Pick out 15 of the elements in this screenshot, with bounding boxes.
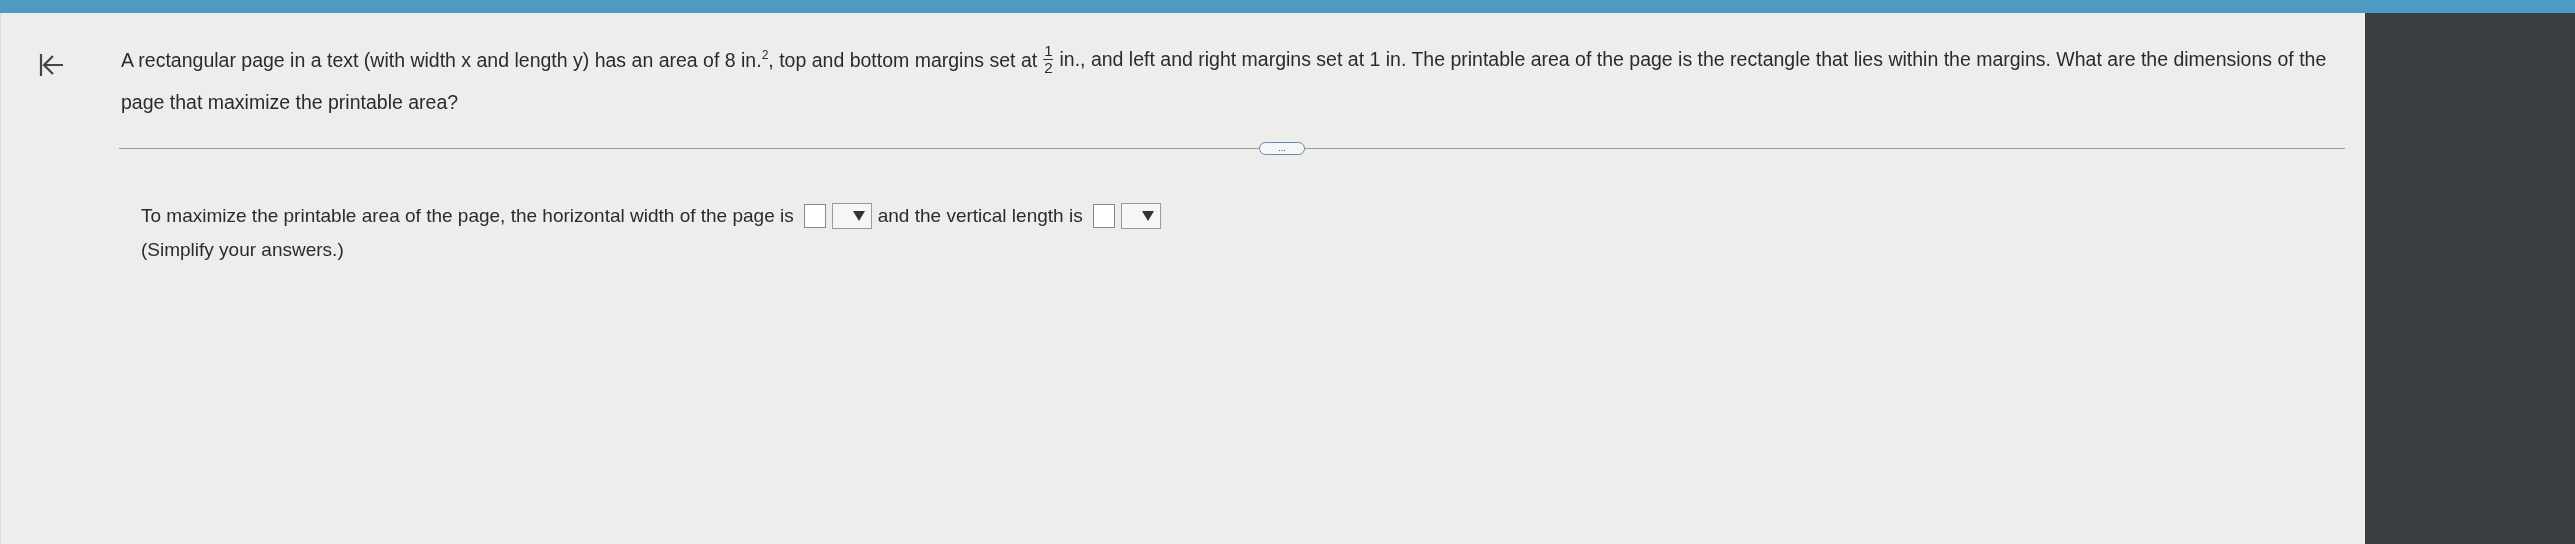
collapse-arrow-icon[interactable] bbox=[39, 53, 65, 77]
more-button[interactable]: ... bbox=[1259, 142, 1305, 155]
question-text: page that maximize the printable area? bbox=[121, 92, 460, 112]
question-text: A rectangular page in a text (with width x and length y) has an area of 8 in.$^{2}$, top and bottom margins set at bbox=[121, 48, 1038, 70]
unit-dropdown[interactable] bbox=[831, 203, 872, 229]
answer-field[interactable] bbox=[803, 204, 826, 228]
unit-dropdown[interactable] bbox=[1120, 203, 1161, 229]
caret-icon bbox=[1141, 210, 1154, 222]
question-text: in., and left and right margins set at 1 in. The printable area of the page is the rectangle that lies within the margins. What are the dimensions of the bbox=[1059, 49, 2327, 69]
caret-icon bbox=[852, 210, 865, 222]
answer-text: and the vertical length is bbox=[877, 205, 1083, 227]
hint-text: (Simplify your answers.) bbox=[141, 239, 345, 261]
answer-text: To maximize the printable area of the page, the horizontal width of the page is bbox=[141, 205, 794, 227]
fraction: 1 2 bbox=[1043, 43, 1054, 76]
answer-field[interactable] bbox=[1092, 204, 1115, 228]
